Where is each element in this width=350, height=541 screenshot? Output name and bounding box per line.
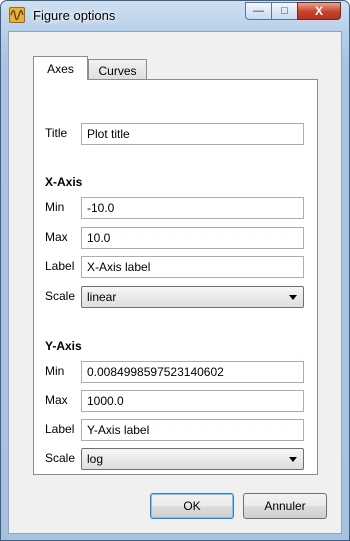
x-max-input[interactable]: 10.0 [81,227,304,249]
maximize-icon: □ [281,5,288,17]
minimize-button[interactable]: — [245,2,271,20]
y-label-input[interactable]: Y-Axis label [81,419,304,441]
tab-axes[interactable]: Axes [33,56,88,80]
title-input[interactable]: Plot title [81,123,304,145]
cancel-button[interactable]: Annuler [243,493,327,519]
maximize-button[interactable]: □ [271,2,297,20]
y-min-input[interactable]: 0.0084998597523140602 [81,361,304,383]
minimize-icon: — [253,5,264,17]
title-bar[interactable]: Figure options — □ X [1,1,349,31]
title-label: Title [45,126,68,140]
figure-options-window: Figure options — □ X Axes Curves Title P… [0,0,350,541]
tab-axes-label: Axes [47,61,74,76]
x-max-label: Max [45,230,68,244]
y-label-label: Label [45,422,75,436]
tab-curves-label: Curves [98,63,137,78]
x-scale-select[interactable]: linear [81,286,304,308]
x-min-input[interactable]: -10.0 [81,197,304,219]
x-scale-label: Scale [45,289,76,303]
y-scale-value: log [87,452,104,466]
x-scale-value: linear [87,290,117,304]
y-axis-heading: Y-Axis [45,339,82,353]
x-label-label: Label [45,259,75,273]
close-icon: X [314,4,323,18]
x-axis-heading: X-Axis [45,175,83,189]
matplotlib-wave-icon [9,7,25,23]
ok-button[interactable]: OK [150,493,234,519]
window-title: Figure options [33,8,116,23]
ok-button-label: OK [183,499,201,513]
y-scale-label: Scale [45,451,76,465]
cancel-button-label: Annuler [264,499,306,513]
dialog-client-area: Axes Curves Title Plot title X-Axis Min … [8,31,342,534]
x-min-label: Min [45,200,65,214]
tab-curves[interactable]: Curves [88,59,147,81]
y-min-label: Min [45,364,65,378]
y-max-input[interactable]: 1000.0 [81,390,304,412]
chevron-down-icon [289,457,297,462]
x-label-input[interactable]: X-Axis label [81,256,304,278]
caption-buttons: — □ X [245,2,341,20]
y-max-label: Max [45,393,68,407]
axes-tab-panel: Title Plot title X-Axis Min -10.0 Max 10… [33,79,318,475]
y-scale-select[interactable]: log [81,448,304,470]
close-button[interactable]: X [297,2,341,20]
chevron-down-icon [289,295,297,300]
